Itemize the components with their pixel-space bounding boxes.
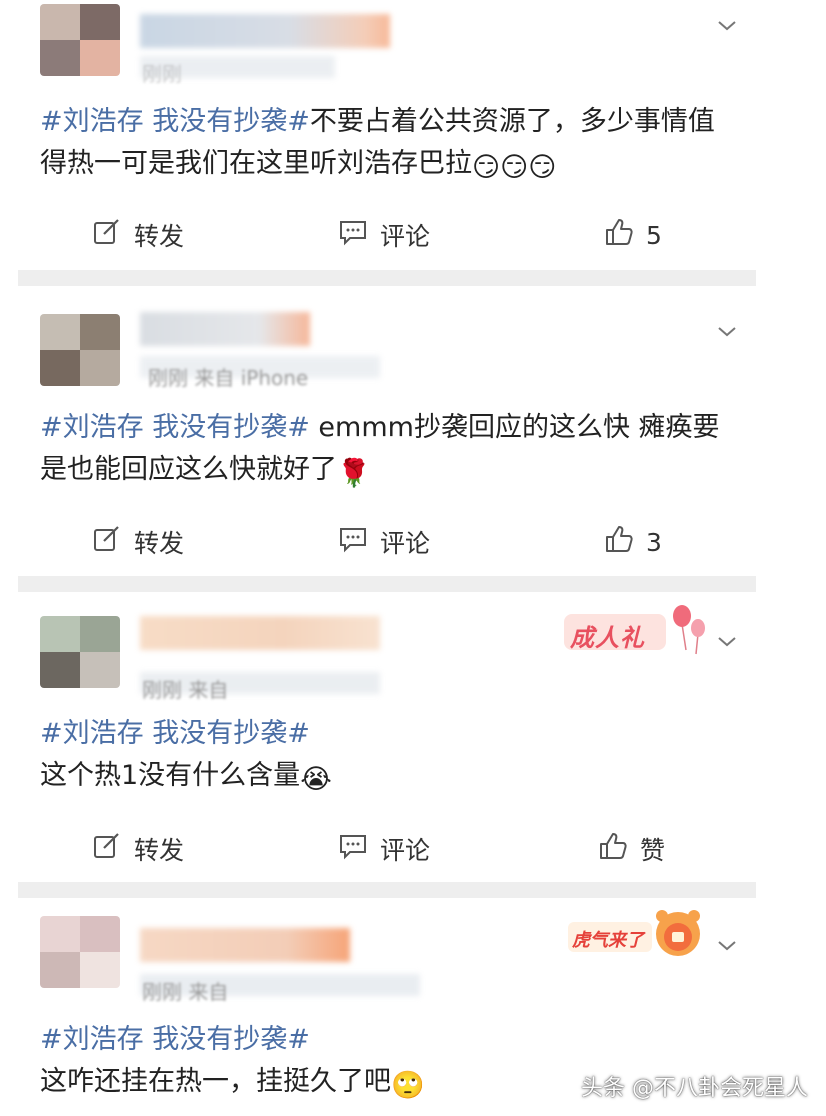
repost-button[interactable]: 转发 bbox=[92, 517, 184, 567]
post-3: 刚刚 来自 成人礼 #刘浩存 我没有抄袭# 这个热1没有什么含量😭 转发 评论 … bbox=[0, 596, 826, 901]
edit-icon bbox=[92, 524, 122, 560]
avatar[interactable] bbox=[40, 916, 120, 988]
repost-button[interactable]: 转发 bbox=[92, 824, 184, 874]
post-text: 这咋还挂在热一，挂挺久了吧 bbox=[40, 1066, 391, 1097]
avatar[interactable] bbox=[40, 616, 120, 688]
repost-label: 转发 bbox=[134, 529, 185, 558]
divider bbox=[18, 576, 756, 592]
post-meta: 刚刚 bbox=[142, 62, 182, 86]
post-meta: 刚刚 来自 iPhone bbox=[148, 366, 309, 390]
comment-label: 评论 bbox=[380, 529, 431, 558]
post-2: 刚刚 来自 iPhone #刘浩存 我没有抄袭# emmm抄袭回应的这么快 瘫痪… bbox=[0, 290, 826, 595]
like-count: 5 bbox=[646, 220, 662, 250]
badge-text: 虎气来了 bbox=[572, 930, 644, 951]
crying-emoji: 😭 bbox=[300, 764, 332, 795]
username-blurred[interactable] bbox=[140, 616, 380, 650]
watermark: 头条 @不八卦会死星人 bbox=[581, 1076, 808, 1101]
divider bbox=[18, 270, 756, 286]
chevron-down-icon[interactable] bbox=[716, 934, 738, 956]
like-button[interactable]: 赞 bbox=[598, 824, 665, 874]
post-text: 这个热1没有什么含量 bbox=[40, 760, 301, 791]
post-meta: 刚刚 来自 bbox=[142, 678, 229, 702]
rose-emoji: 🌹 bbox=[337, 458, 371, 489]
post-content: #刘浩存 我没有抄袭# emmm抄袭回应的这么快 瘫痪要是也能回应这么快就好了🌹 bbox=[40, 407, 740, 495]
avatar[interactable] bbox=[40, 314, 120, 386]
like-button[interactable]: 3 bbox=[604, 517, 662, 567]
comment-button[interactable]: 评论 bbox=[338, 210, 430, 260]
badge-text: 成人礼 bbox=[570, 624, 645, 652]
username-blurred[interactable] bbox=[140, 928, 350, 962]
action-bar: 转发 评论 赞 bbox=[0, 824, 826, 874]
like-label: 赞 bbox=[640, 836, 666, 865]
edit-icon bbox=[92, 831, 122, 867]
chevron-down-icon[interactable] bbox=[716, 320, 738, 342]
comment-label: 评论 bbox=[380, 222, 431, 251]
topic-link[interactable]: #刘浩存 我没有抄袭# bbox=[40, 106, 310, 137]
comment-icon bbox=[338, 217, 368, 253]
username-blurred[interactable] bbox=[140, 312, 310, 346]
like-button[interactable]: 5 bbox=[604, 210, 662, 260]
chevron-down-icon[interactable] bbox=[716, 14, 738, 36]
eye-roll-emoji: 🙄 bbox=[391, 1070, 425, 1101]
post-1: 刚刚 #刘浩存 我没有抄袭#不要占着公共资源了，多少事情值得热一可是我们在这里听… bbox=[0, 0, 826, 290]
post-content: #刘浩存 我没有抄袭# 这个热1没有什么含量😭 bbox=[40, 713, 740, 801]
username-blurred[interactable] bbox=[140, 14, 390, 48]
thumbs-up-icon bbox=[598, 831, 628, 867]
action-bar: 转发 评论 3 bbox=[0, 517, 826, 567]
comment-label: 评论 bbox=[380, 836, 431, 865]
topic-link[interactable]: #刘浩存 我没有抄袭# bbox=[40, 1019, 740, 1061]
repost-label: 转发 bbox=[134, 836, 185, 865]
comment-icon bbox=[338, 524, 368, 560]
thumbs-up-icon bbox=[604, 524, 634, 560]
tiger-badge: 虎气来了 bbox=[566, 904, 706, 962]
edit-icon bbox=[92, 217, 122, 253]
topic-link[interactable]: #刘浩存 我没有抄袭# bbox=[40, 412, 310, 443]
thumbs-up-icon bbox=[604, 217, 634, 253]
action-bar: 转发 评论 5 bbox=[0, 210, 826, 260]
birthday-badge: 成人礼 bbox=[560, 604, 710, 656]
repost-label: 转发 bbox=[134, 222, 185, 251]
chevron-down-icon[interactable] bbox=[716, 630, 738, 652]
repost-button[interactable]: 转发 bbox=[92, 210, 184, 260]
post-content: #刘浩存 我没有抄袭#不要占着公共资源了，多少事情值得热一可是我们在这里听刘浩存… bbox=[40, 101, 740, 189]
avatar[interactable] bbox=[40, 4, 120, 76]
comment-button[interactable]: 评论 bbox=[338, 517, 430, 567]
post-meta: 刚刚 来自 bbox=[142, 980, 229, 1004]
divider bbox=[18, 882, 756, 898]
topic-link[interactable]: #刘浩存 我没有抄袭# bbox=[40, 713, 740, 755]
comment-button[interactable]: 评论 bbox=[338, 824, 430, 874]
emoji: 😏😏😏 bbox=[472, 152, 557, 183]
comment-icon bbox=[338, 831, 368, 867]
like-count: 3 bbox=[646, 527, 662, 557]
